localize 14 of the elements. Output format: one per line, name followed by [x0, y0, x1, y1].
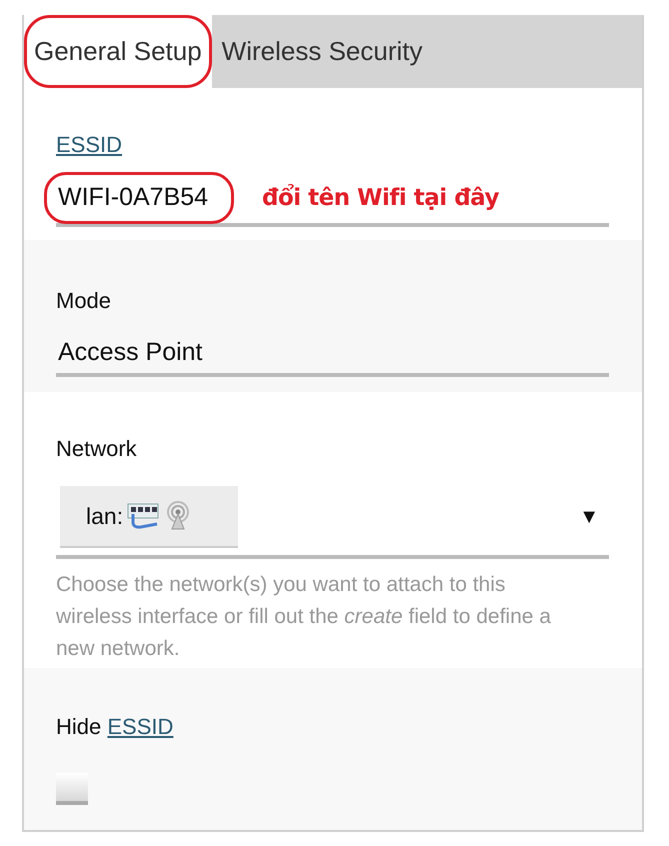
tab[interactable]: General Setup [24, 15, 212, 88]
annotation-note: đổi tên Wifi tại đây [262, 183, 499, 213]
help-text: Choose the network(s) you want to attach to this wireless interface or fill out the create field to define a new network. [56, 572, 552, 662]
field-label: Network [56, 435, 138, 463]
network-name: lan: [86, 502, 124, 531]
checkbox[interactable] [56, 773, 88, 805]
select-field[interactable]: lan: ▼ [56, 479, 609, 559]
dropdown-arrow: ▼ [579, 505, 599, 530]
field-label-link[interactable]: ESSID [107, 714, 174, 739]
field-label: Hide ESSID [56, 713, 174, 741]
select-field[interactable]: Access Point [56, 333, 609, 377]
field-label-link[interactable]: ESSID [56, 132, 122, 157]
field-label: Mode [56, 287, 112, 315]
input-field[interactable]: WIFI-0A7B54 [56, 173, 236, 223]
